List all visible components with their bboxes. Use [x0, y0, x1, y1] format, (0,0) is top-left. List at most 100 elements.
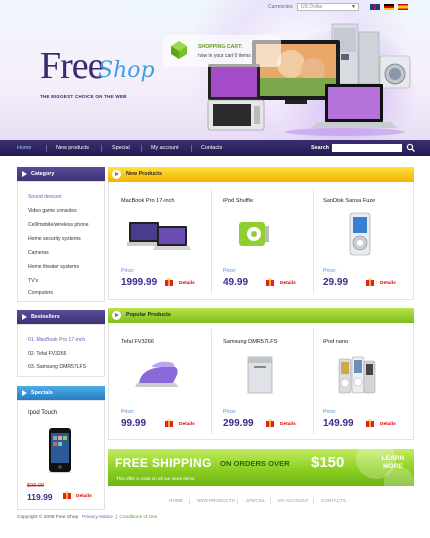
details-link[interactable]: Details: [179, 422, 195, 427]
spain-flag-icon[interactable]: [398, 4, 408, 10]
bestsellers-list: 01. MacBook Pro 17-inch 02. Tefal FV3266…: [17, 324, 105, 377]
nav-home[interactable]: Home: [17, 145, 31, 151]
copyright-text: Copyright © 2009 Free Shop: [17, 515, 79, 520]
chevron-down-icon: ▼: [351, 4, 356, 10]
specials-title: Specials: [31, 390, 53, 396]
nav-special[interactable]: Special: [112, 145, 130, 151]
on-orders-text: ON ORDERS OVER: [220, 459, 290, 468]
product-price: 299.99: [223, 418, 254, 429]
product-price: 49.99: [223, 277, 249, 288]
bestsellers-title: Bestsellers: [31, 314, 60, 320]
specials-header: Specials: [17, 386, 105, 400]
germany-flag-icon[interactable]: [384, 4, 394, 10]
ipod-touch-image[interactable]: [48, 427, 72, 473]
footer-divider: [237, 498, 238, 504]
nav-contacts[interactable]: Contacts: [201, 145, 222, 151]
category-item[interactable]: Home theater systems: [28, 264, 79, 270]
top-bar: Currencies: US Dollar ▼: [0, 0, 430, 14]
category-item[interactable]: TV's: [28, 278, 38, 284]
category-item[interactable]: Cell/mobile/wireless phone: [28, 222, 89, 228]
dishwasher-image[interactable]: [246, 355, 274, 395]
product-price: 149.99: [323, 418, 354, 429]
gift-box-icon[interactable]: [164, 278, 174, 287]
site-header: Currencies: US Dollar ▼ Free Shop THE BI…: [0, 0, 430, 142]
gift-box-icon[interactable]: [265, 278, 275, 287]
new-products-header: New Products: [108, 167, 414, 182]
logo-free: Free: [40, 45, 105, 87]
bestseller-item[interactable]: 02. Tefal FV3266: [28, 351, 66, 357]
free-shipping-banner[interactable]: FREE SHIPPING ON ORDERS OVER $150 This o…: [108, 449, 414, 486]
gift-box-icon[interactable]: [365, 419, 375, 428]
product-name[interactable]: iPod nano: [323, 339, 348, 345]
product-price: 99.99: [121, 418, 147, 429]
macbook-image[interactable]: [127, 220, 191, 254]
footer-link-home[interactable]: HOME: [169, 498, 183, 503]
details-link[interactable]: Details: [280, 281, 296, 286]
footer-link-my-account[interactable]: MY ACCOUNT: [278, 498, 309, 503]
gift-box-icon[interactable]: [365, 278, 375, 287]
currency-select[interactable]: US Dollar ▼: [297, 3, 359, 11]
product-price: 1999.99: [121, 277, 158, 288]
learn-more-button[interactable]: LEARN MORE: [378, 455, 408, 471]
sansa-fuze-image[interactable]: [347, 212, 373, 256]
nav-new-products[interactable]: New products: [56, 145, 89, 151]
category-list: Sound devices Video game consoles Cell/m…: [17, 181, 105, 302]
category-item[interactable]: Computers: [28, 290, 53, 296]
product-name[interactable]: SanDisk Sansa Fuze: [323, 198, 375, 204]
category-item[interactable]: Cameras: [28, 250, 49, 256]
footer-divider: [189, 498, 190, 504]
product-name[interactable]: Samsung DMR57LFS: [223, 339, 277, 345]
price-label: Price:: [323, 268, 337, 274]
arrow-right-icon: [22, 314, 27, 320]
gift-box-icon[interactable]: [265, 419, 275, 428]
category-item[interactable]: Home security systems: [28, 236, 81, 242]
special-details-link[interactable]: Details: [76, 494, 92, 499]
category-item[interactable]: Sound devices: [28, 194, 61, 200]
footer-divider: [270, 498, 271, 504]
currencies-label: Currencies:: [268, 4, 294, 10]
details-link[interactable]: Details: [380, 281, 396, 286]
new-products-grid: MacBook Pro 17-inch Price: 1999.99 Detai…: [108, 182, 414, 300]
offer-note: This offer is valid on all our store ite…: [116, 476, 196, 481]
iron-image[interactable]: [135, 359, 183, 391]
column-divider: [211, 329, 212, 434]
tagline: THE BIGGEST CHOICE ON THE WEB: [40, 94, 127, 99]
details-link[interactable]: Details: [280, 422, 296, 427]
uk-flag-icon[interactable]: [370, 4, 380, 10]
privacy-notice-link[interactable]: Privacy Notice: [82, 515, 113, 520]
details-link[interactable]: Details: [380, 422, 396, 427]
product-price: 29.99: [323, 277, 349, 288]
search-input[interactable]: [332, 144, 402, 152]
copyright: Copyright © 2009 Free Shop Privacy Notic…: [17, 515, 158, 520]
nav-divider: [191, 145, 192, 152]
column-divider: [313, 329, 314, 434]
ipod-shuffle-image[interactable]: [237, 220, 273, 250]
ipod-nano-image[interactable]: [337, 355, 377, 397]
bestseller-item[interactable]: 01. MacBook Pro 17-inch: [28, 337, 85, 343]
footer-link-special[interactable]: SPECIAL: [246, 498, 265, 503]
conditions-of-use-link[interactable]: Conditions of Use: [119, 515, 157, 520]
category-item[interactable]: Video game consoles: [28, 208, 77, 214]
footer-link-new-products[interactable]: NEW PRODUCTS: [197, 498, 235, 503]
price-label: Price:: [121, 409, 135, 415]
arrow-circle-icon: [112, 311, 121, 320]
product-name[interactable]: MacBook Pro 17-inch: [121, 198, 174, 204]
footer-nav: HOME NEW PRODUCTS SPECIAL MY ACCOUNT CON…: [108, 494, 414, 508]
bestseller-item[interactable]: 03. Samsung DMR57LFS: [28, 364, 86, 370]
product-name[interactable]: iPod Shuffle: [223, 198, 253, 204]
footer-divider: [313, 498, 314, 504]
gift-box-icon[interactable]: [164, 419, 174, 428]
product-name[interactable]: Tefal FV3266: [121, 339, 154, 345]
gift-box-icon[interactable]: [62, 491, 72, 500]
footer-link-contacts[interactable]: CONTACTS: [321, 498, 346, 503]
logo[interactable]: Free Shop: [40, 44, 155, 90]
details-link[interactable]: Details: [179, 281, 195, 286]
special-product-name[interactable]: Ipod Touch: [28, 410, 57, 416]
special-price: 119.99: [27, 492, 53, 502]
nav-divider: [46, 145, 47, 152]
nav-my-account[interactable]: My account: [151, 145, 179, 151]
category-header: Category: [17, 167, 105, 181]
shopping-bag-icon: [171, 41, 187, 59]
popular-products-title: Popular Products: [126, 312, 171, 318]
search-icon[interactable]: [406, 143, 416, 153]
